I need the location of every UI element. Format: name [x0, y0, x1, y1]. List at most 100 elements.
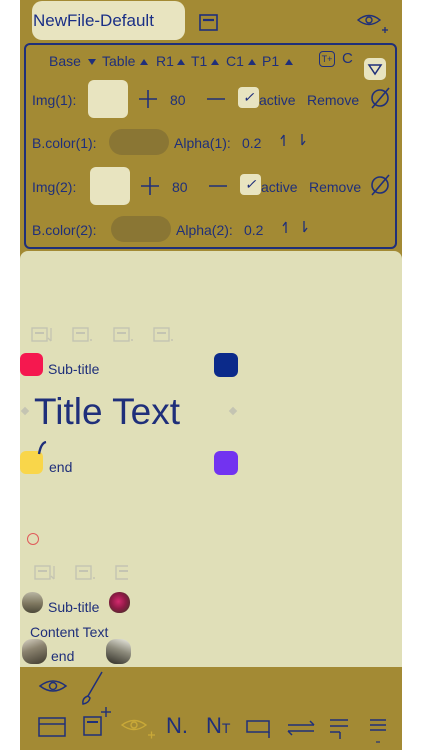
- c-icon[interactable]: C: [342, 50, 353, 67]
- background-settings-panel: Base Table R1 T1 C1 P1 T+ C Img(1): 80 ✓…: [24, 43, 397, 249]
- bcolor1-row: B.color(1): Alpha(1): 0.2: [26, 127, 395, 157]
- alpha1-label: Alpha(1):: [174, 135, 231, 151]
- mountain-thumbnail[interactable]: [22, 639, 47, 664]
- bcolor1-label: B.color(1):: [32, 135, 97, 151]
- empty-set-icon[interactable]: [369, 173, 391, 197]
- minus-icon[interactable]: [208, 176, 228, 196]
- text-plus-icon[interactable]: T+: [319, 51, 335, 67]
- note-edit-icon[interactable]: [74, 563, 98, 583]
- top-bar: NewFile-Default: [20, 0, 402, 44]
- eye-icon[interactable]: [38, 676, 68, 696]
- frame-icon[interactable]: [246, 718, 272, 740]
- img2-active-label: active: [261, 179, 298, 195]
- diamond-handle-icon[interactable]: [20, 406, 30, 416]
- note-down-icon[interactable]: [33, 563, 59, 583]
- bcolor2-color-picker[interactable]: [111, 216, 171, 242]
- note-edit-icon[interactable]: [112, 325, 136, 345]
- diamond-handle-icon[interactable]: [228, 406, 238, 416]
- landscape-thumbnail[interactable]: [22, 592, 43, 613]
- img2-row: Img(2): 80 ✓ active Remove: [26, 164, 395, 208]
- swap-arrows-icon[interactable]: [286, 719, 316, 737]
- title-text[interactable]: Title Text: [34, 390, 180, 434]
- bcolor1-color-picker[interactable]: [109, 129, 169, 155]
- img1-active-checkbox[interactable]: ✓: [238, 87, 259, 108]
- red-color-handle[interactable]: [20, 353, 43, 376]
- note-partial-icon[interactable]: [114, 563, 130, 583]
- tab-label: R1: [156, 53, 174, 69]
- tab-base[interactable]: Base: [49, 53, 81, 69]
- tab-label: Table: [102, 53, 136, 69]
- img1-label: Img(1):: [32, 92, 77, 108]
- card-icon[interactable]: [38, 716, 66, 738]
- img2-swatch[interactable]: [90, 167, 130, 205]
- bcolor2-label: B.color(2):: [32, 222, 97, 238]
- numbered-title-icon[interactable]: NT: [206, 713, 230, 739]
- file-name-field[interactable]: NewFile-Default: [32, 1, 185, 40]
- chevron-up-icon: [211, 59, 219, 65]
- img2-active-checkbox[interactable]: ✓: [240, 174, 261, 195]
- tab-c1[interactable]: C1: [226, 53, 244, 69]
- app-frame: NewFile-Default Base Table R1 T1 C1 P1 T…: [20, 0, 402, 750]
- chevron-down-icon: [88, 59, 96, 65]
- end-text-2[interactable]: end: [51, 648, 74, 664]
- tab-label: P1: [262, 53, 280, 69]
- waterfall-thumbnail[interactable]: [106, 639, 131, 664]
- arrow-down-icon[interactable]: [298, 133, 306, 147]
- img1-row: Img(1): 80 ✓ active Remove: [26, 77, 395, 121]
- menu-icon[interactable]: [368, 717, 388, 747]
- bottom-toolbar: N. NT: [20, 667, 402, 750]
- brush-icon[interactable]: [80, 670, 106, 706]
- alpha2-label: Alpha(2):: [176, 222, 233, 238]
- bcolor2-row: B.color(2): Alpha(2): 0.2: [26, 214, 395, 244]
- text-plus-label: T+: [321, 54, 333, 64]
- design-canvas[interactable]: Sub-title Title Text end Sub-title Conte…: [20, 251, 402, 667]
- tab-p1[interactable]: P1: [262, 53, 279, 69]
- tab-r1[interactable]: R1: [156, 53, 174, 69]
- c-icon-label: C: [342, 50, 353, 67]
- arrow-up-icon[interactable]: [282, 220, 290, 234]
- chevron-up-icon: [248, 59, 256, 65]
- numbered-text-icon[interactable]: N.: [166, 713, 188, 739]
- note-icon[interactable]: [198, 13, 220, 33]
- note-edit-icon[interactable]: [71, 325, 95, 345]
- eye-plus-icon[interactable]: [120, 714, 156, 740]
- arrow-up-icon[interactable]: [280, 133, 288, 147]
- chevron-up-icon: [140, 59, 148, 65]
- img2-label: Img(2):: [32, 179, 77, 195]
- img1-value: 80: [170, 92, 186, 108]
- tab-label: T1: [191, 53, 208, 69]
- subtitle-text-2[interactable]: Sub-title: [48, 599, 99, 615]
- minus-icon[interactable]: [206, 89, 226, 109]
- align-text-icon[interactable]: [328, 717, 350, 741]
- note-edit-icon[interactable]: [152, 325, 176, 345]
- eye-icon[interactable]: [355, 10, 389, 34]
- alpha2-value: 0.2: [244, 222, 264, 238]
- add-note-icon[interactable]: [82, 705, 112, 739]
- arrow-down-icon[interactable]: [300, 220, 308, 234]
- chevron-up-icon: [285, 59, 293, 65]
- img1-active-label: active: [259, 92, 296, 108]
- plus-icon[interactable]: [140, 176, 160, 196]
- content-text[interactable]: Content Text: [30, 624, 108, 640]
- img2-value: 80: [172, 179, 188, 195]
- alpha1-value: 0.2: [242, 135, 262, 151]
- img1-swatch[interactable]: [88, 80, 128, 118]
- chevron-up-icon: [177, 59, 185, 65]
- navy-color-handle[interactable]: [214, 353, 238, 377]
- empty-set-icon[interactable]: [369, 86, 391, 110]
- img1-remove-button[interactable]: Remove: [307, 92, 359, 108]
- tab-label: Base: [49, 53, 81, 69]
- flower-thumbnail[interactable]: [109, 592, 130, 613]
- plus-icon[interactable]: [138, 89, 158, 109]
- purple-color-handle[interactable]: [214, 451, 238, 475]
- end-text[interactable]: end: [49, 459, 72, 475]
- tab-bar: Base Table R1 T1 C1 P1 T+ C: [26, 50, 395, 80]
- tab-label: C1: [226, 53, 244, 69]
- tab-table[interactable]: Table: [102, 53, 135, 69]
- note-down-icon[interactable]: [30, 325, 56, 345]
- circle-marker-icon[interactable]: [27, 533, 39, 545]
- subtitle-text[interactable]: Sub-title: [48, 361, 99, 377]
- tab-t1[interactable]: T1: [191, 53, 207, 69]
- cursor-curve-icon: [37, 441, 47, 455]
- img2-remove-button[interactable]: Remove: [309, 179, 361, 195]
